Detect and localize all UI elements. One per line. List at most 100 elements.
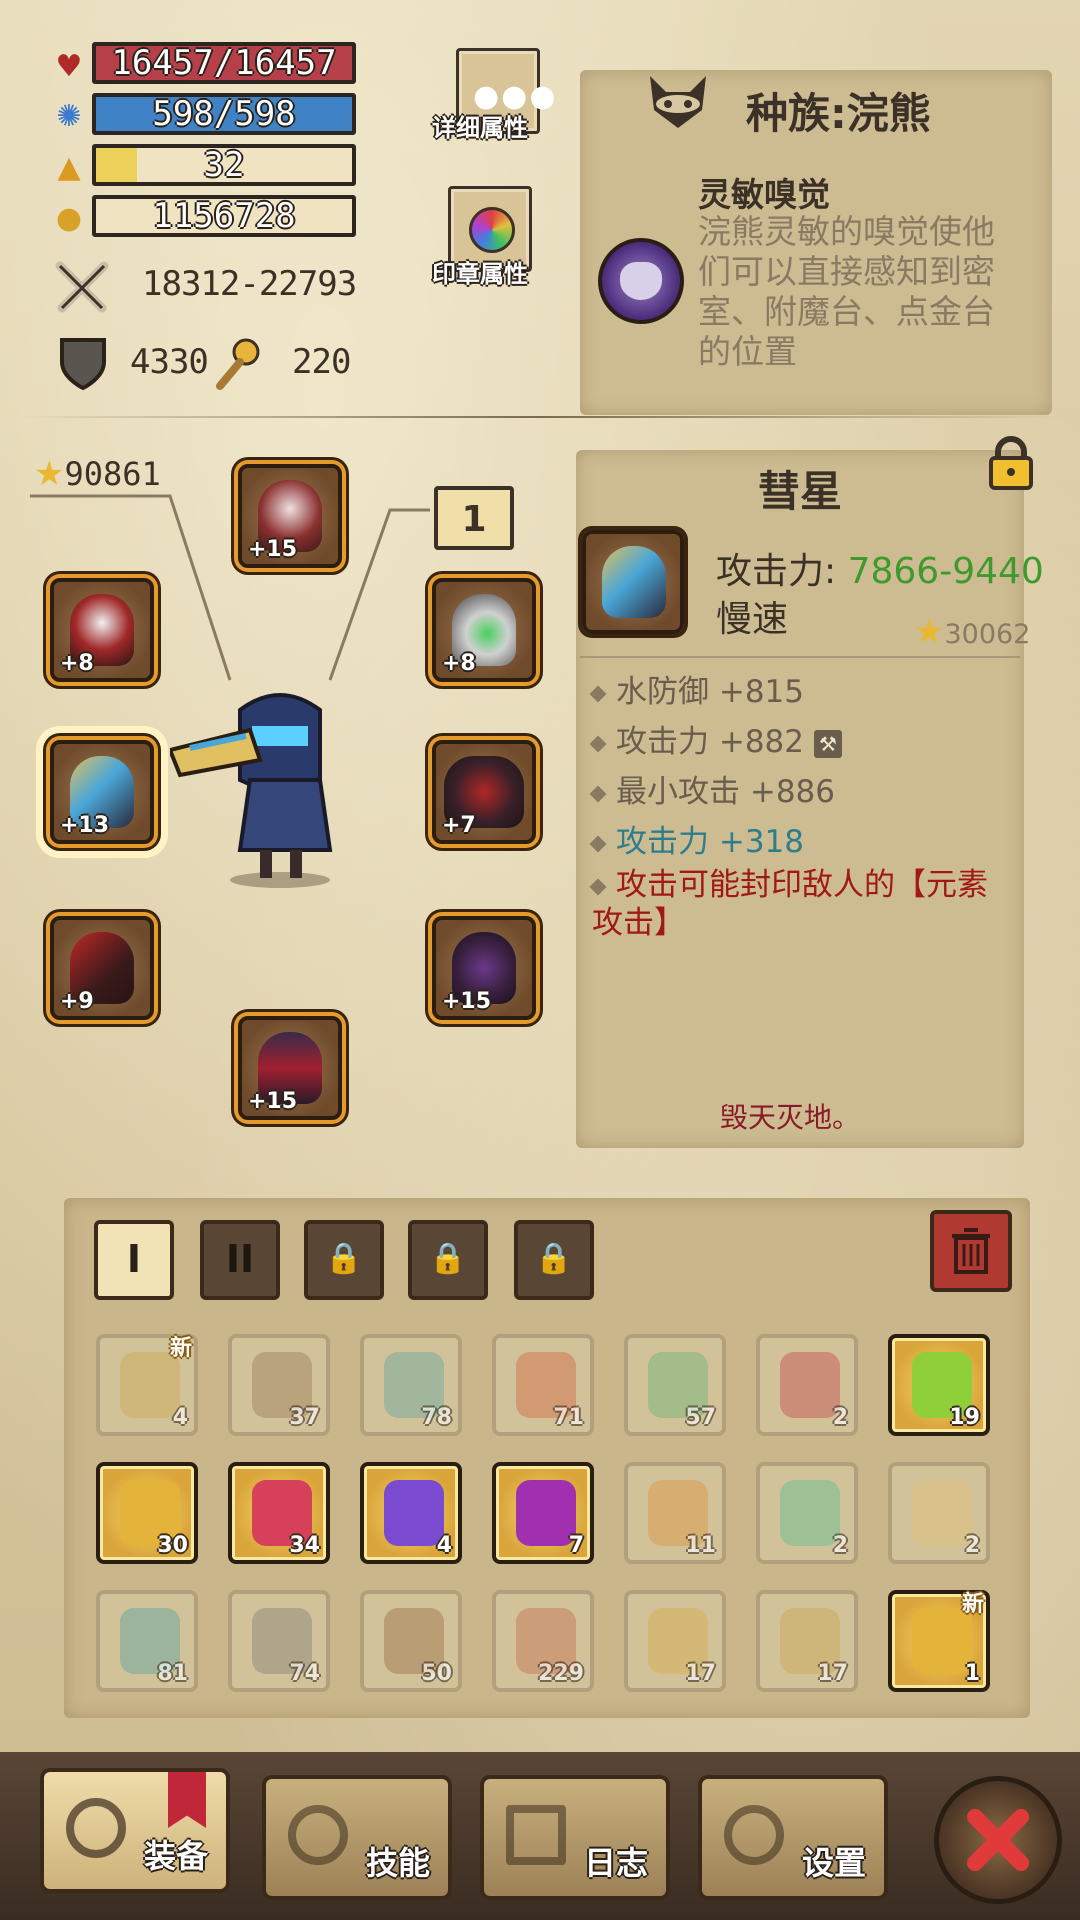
- bag-item[interactable]: 229: [492, 1590, 594, 1692]
- bag-item[interactable]: 57: [624, 1334, 726, 1436]
- bag-item[interactable]: 34: [228, 1462, 330, 1564]
- padlock-icon: 🔒: [325, 1241, 363, 1276]
- slot-level: +13: [60, 813, 110, 838]
- gear-icon: [724, 1805, 784, 1865]
- raccoon-face-icon: [644, 70, 712, 132]
- seal-attrs-label: 印章属性: [432, 260, 528, 288]
- resist-value: 220: [292, 342, 351, 382]
- book-icon: [506, 1805, 566, 1865]
- bag-item[interactable]: 7: [492, 1462, 594, 1564]
- item-graphic: [780, 1352, 840, 1418]
- item-count: 74: [289, 1661, 320, 1686]
- gold-text: 1156728: [152, 196, 296, 236]
- bag-item[interactable]: 17: [756, 1590, 858, 1692]
- item-count: 4: [436, 1533, 452, 1558]
- nav-log-label: 日志: [583, 1844, 648, 1882]
- equip-slot-amulet[interactable]: +8: [432, 578, 536, 682]
- lock-icon[interactable]: [986, 436, 1036, 490]
- hp-text: 16457/16457: [111, 43, 337, 83]
- equip-slot-weapon[interactable]: +13: [50, 740, 154, 844]
- item-count: 50: [421, 1661, 452, 1686]
- slot-level: +15: [248, 537, 298, 562]
- bag-item[interactable]: 4: [360, 1462, 462, 1564]
- item-attack: 攻击力: 7866-9440: [716, 551, 1044, 592]
- item-graphic: [516, 1480, 576, 1546]
- nav-log[interactable]: 日志: [480, 1775, 670, 1900]
- mp-text: 598/598: [152, 94, 296, 134]
- item-count: 19: [949, 1405, 980, 1430]
- racial-skill-desc: 浣熊灵敏的嗅觉使他们可以直接感知到密室、附魔台、点金台的位置: [698, 212, 995, 371]
- bag-item[interactable]: 1新: [888, 1590, 990, 1692]
- bag-tab-locked[interactable]: 🔒: [514, 1220, 594, 1300]
- affix-line: 攻击力 +318: [589, 816, 804, 861]
- attack-range: 18312-22793: [142, 264, 357, 304]
- bag-item[interactable]: 81: [96, 1590, 198, 1692]
- bag-item[interactable]: 2: [756, 1462, 858, 1564]
- bag-item[interactable]: 17: [624, 1590, 726, 1692]
- trash-button[interactable]: [930, 1210, 1012, 1292]
- close-button[interactable]: [934, 1776, 1062, 1904]
- equip-slot-helmet[interactable]: +15: [238, 464, 342, 568]
- bag-item[interactable]: 37: [228, 1334, 330, 1436]
- racial-skill-icon[interactable]: [598, 238, 684, 324]
- gold-coins-icon: ●: [55, 201, 83, 236]
- item-count: 7: [568, 1533, 584, 1558]
- xp-bar: 32: [92, 144, 356, 186]
- level-triangle-icon: ▲: [57, 150, 81, 185]
- bag-item[interactable]: 2: [756, 1334, 858, 1436]
- item-count: 37: [289, 1405, 320, 1430]
- new-badge: 新: [169, 1336, 192, 1361]
- equip-slot-boots[interactable]: +15: [238, 1016, 342, 1120]
- bag-tab-1[interactable]: I: [94, 1220, 174, 1300]
- slot-level: +15: [248, 1089, 298, 1114]
- heart-icon: ♥: [55, 49, 83, 84]
- nav-settings[interactable]: 设置: [698, 1775, 888, 1900]
- bag-tab-locked[interactable]: 🔒: [304, 1220, 384, 1300]
- hero-character: [167, 680, 360, 890]
- mp-bar: 598/598: [92, 93, 356, 135]
- item-count: 11: [685, 1533, 716, 1558]
- slot-level: +7: [442, 813, 476, 838]
- item-count: 2: [964, 1533, 980, 1558]
- nav-skills-label: 技能: [365, 1844, 430, 1882]
- item-count: 71: [553, 1405, 584, 1430]
- hammer-icon: ⚒: [814, 729, 842, 758]
- item-speed: 慢速: [716, 599, 789, 640]
- bag-item[interactable]: 11: [624, 1462, 726, 1564]
- bag-item[interactable]: 4新: [96, 1334, 198, 1436]
- slot-level: +8: [60, 651, 94, 676]
- bag-item[interactable]: 71: [492, 1334, 594, 1436]
- equip-slot-belt[interactable]: +15: [432, 916, 536, 1020]
- padlock-icon: 🔒: [429, 1241, 467, 1276]
- bag-item[interactable]: 30: [96, 1462, 198, 1564]
- bag-tab-2[interactable]: II: [200, 1220, 280, 1300]
- bag-item[interactable]: 19: [888, 1334, 990, 1436]
- axe-icon: [66, 1798, 126, 1858]
- equip-slot-wings[interactable]: +7: [432, 740, 536, 844]
- item-graphic: [780, 1480, 840, 1546]
- equip-slot-bracer[interactable]: +9: [50, 916, 154, 1020]
- crossed-swords-icon: [52, 258, 112, 318]
- bag-item[interactable]: 74: [228, 1590, 330, 1692]
- slot-level: +9: [60, 989, 94, 1014]
- bag-tab-locked[interactable]: 🔒: [408, 1220, 488, 1300]
- rainbow-seal-icon: [469, 207, 515, 253]
- skill-icon: [288, 1805, 348, 1865]
- bag-item[interactable]: 50: [360, 1590, 462, 1692]
- bag-item[interactable]: 2: [888, 1462, 990, 1564]
- nav-settings-label: 设置: [801, 1844, 866, 1882]
- close-icon: [967, 1809, 1029, 1871]
- nav-skills[interactable]: 技能: [262, 1775, 452, 1900]
- item-count: 30: [157, 1533, 188, 1558]
- slot-level: +15: [442, 989, 492, 1014]
- padlock-icon: 🔒: [535, 1241, 573, 1276]
- bag-item[interactable]: 78: [360, 1334, 462, 1436]
- equip-slot-shoulder[interactable]: +8: [50, 578, 154, 682]
- detail-attrs-label: 详细属性: [432, 114, 528, 142]
- item-graphic: [384, 1480, 444, 1546]
- shield-icon: [58, 336, 108, 392]
- race-title: 种族:浣熊: [746, 89, 931, 138]
- item-count: 57: [685, 1405, 716, 1430]
- section-divider: [20, 416, 1060, 418]
- racial-skill-name: 灵敏嗅觉: [698, 175, 830, 214]
